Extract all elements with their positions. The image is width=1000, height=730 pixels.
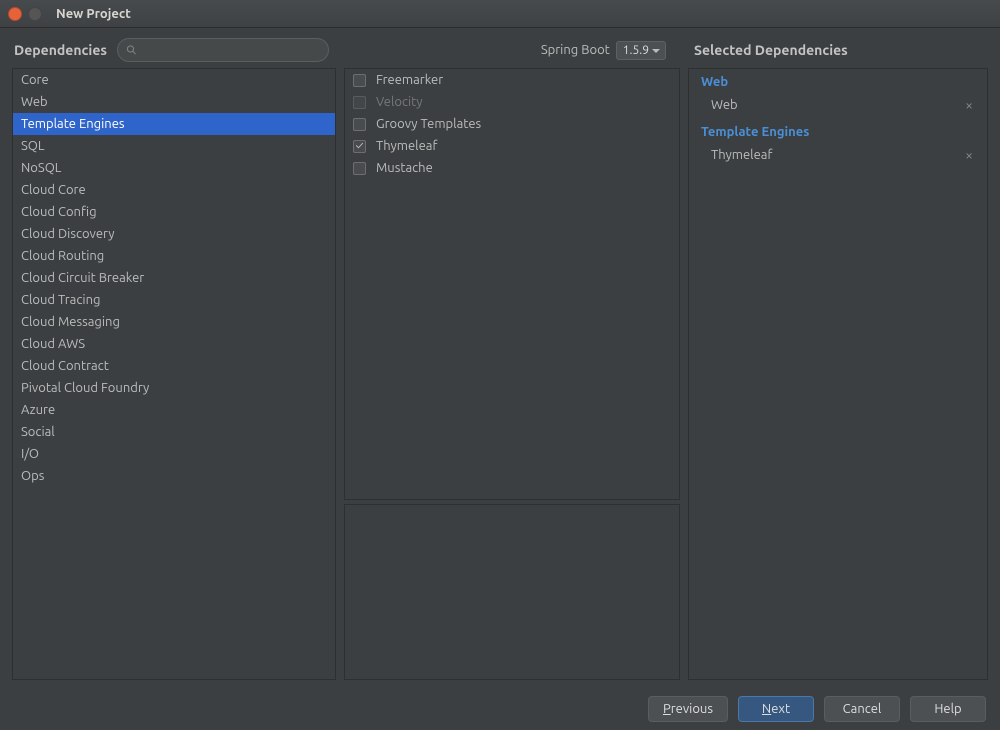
help-button[interactable]: Help xyxy=(910,696,986,722)
category-item[interactable]: I/O xyxy=(13,443,335,465)
search-input[interactable] xyxy=(143,43,320,57)
selected-item: Thymeleaf × xyxy=(689,143,987,167)
checkbox-icon[interactable] xyxy=(353,162,366,175)
remove-icon[interactable]: × xyxy=(961,97,977,113)
category-item[interactable]: Cloud Discovery xyxy=(13,223,335,245)
option-label: Velocity xyxy=(376,93,423,111)
category-item[interactable]: Template Engines xyxy=(13,113,335,135)
category-item[interactable]: Cloud AWS xyxy=(13,333,335,355)
category-item[interactable]: Core xyxy=(13,69,335,91)
cancel-button[interactable]: Cancel xyxy=(824,696,900,722)
option-item[interactable]: Groovy Templates xyxy=(345,113,679,135)
option-item: Velocity xyxy=(345,91,679,113)
category-item[interactable]: Cloud Core xyxy=(13,179,335,201)
top-toolbar: Dependencies Spring Boot 1.5.9 xyxy=(0,28,680,68)
options-panel: Freemarker Velocity Groovy Templates Thymel… xyxy=(344,68,680,500)
category-item[interactable]: NoSQL xyxy=(13,157,335,179)
option-label: Groovy Templates xyxy=(376,115,481,133)
window-title: New Project xyxy=(56,7,131,21)
category-item[interactable]: Cloud Routing xyxy=(13,245,335,267)
previous-button[interactable]: Previous xyxy=(648,696,728,722)
option-label: Thymeleaf xyxy=(376,137,437,155)
selected-item: Web × xyxy=(689,93,987,117)
category-item[interactable]: Web xyxy=(13,91,335,113)
next-button[interactable]: Next xyxy=(738,696,814,722)
category-item[interactable]: Azure xyxy=(13,399,335,421)
option-label: Freemarker xyxy=(376,71,443,89)
selected-item-label: Thymeleaf xyxy=(711,148,772,162)
category-item[interactable]: Cloud Messaging xyxy=(13,311,335,333)
selected-panel: Web Web × Template Engines Thymeleaf × xyxy=(688,68,988,680)
checkbox-icon[interactable] xyxy=(353,140,366,153)
category-item[interactable]: Cloud Config xyxy=(13,201,335,223)
category-item[interactable]: Cloud Tracing xyxy=(13,289,335,311)
option-item[interactable]: Mustache xyxy=(345,157,679,179)
close-icon[interactable] xyxy=(8,7,22,21)
spring-boot-label: Spring Boot xyxy=(541,43,610,57)
option-item[interactable]: Freemarker xyxy=(345,69,679,91)
selected-group-header: Template Engines xyxy=(689,117,987,143)
option-label: Mustache xyxy=(376,159,433,177)
category-item[interactable]: Ops xyxy=(13,465,335,487)
selected-dependencies-title: Selected Dependencies xyxy=(680,28,1000,68)
search-box[interactable] xyxy=(117,38,329,62)
dialog-footer: Previous Next Cancel Help xyxy=(0,688,1000,730)
spring-boot-version-value: 1.5.9 xyxy=(623,44,649,57)
minimize-icon[interactable] xyxy=(28,7,42,21)
checkbox-icon[interactable] xyxy=(353,118,366,131)
category-item[interactable]: Pivotal Cloud Foundry xyxy=(13,377,335,399)
category-item[interactable]: SQL xyxy=(13,135,335,157)
category-item[interactable]: Social xyxy=(13,421,335,443)
spring-boot-version-select[interactable]: 1.5.9 xyxy=(616,41,666,60)
checkbox-icon[interactable] xyxy=(353,74,366,87)
category-item[interactable]: Cloud Contract xyxy=(13,355,335,377)
search-icon xyxy=(126,44,137,56)
categories-panel: CoreWebTemplate EnginesSQLNoSQLCloud Cor… xyxy=(12,68,336,680)
remove-icon[interactable]: × xyxy=(961,147,977,163)
window-titlebar: New Project xyxy=(0,0,1000,28)
checkbox-icon xyxy=(353,96,366,109)
selected-item-label: Web xyxy=(711,98,738,112)
dependencies-label: Dependencies xyxy=(14,42,107,58)
category-item[interactable]: Cloud Circuit Breaker xyxy=(13,267,335,289)
option-item[interactable]: Thymeleaf xyxy=(345,135,679,157)
description-panel xyxy=(344,504,680,680)
selected-group-header: Web xyxy=(689,69,987,93)
